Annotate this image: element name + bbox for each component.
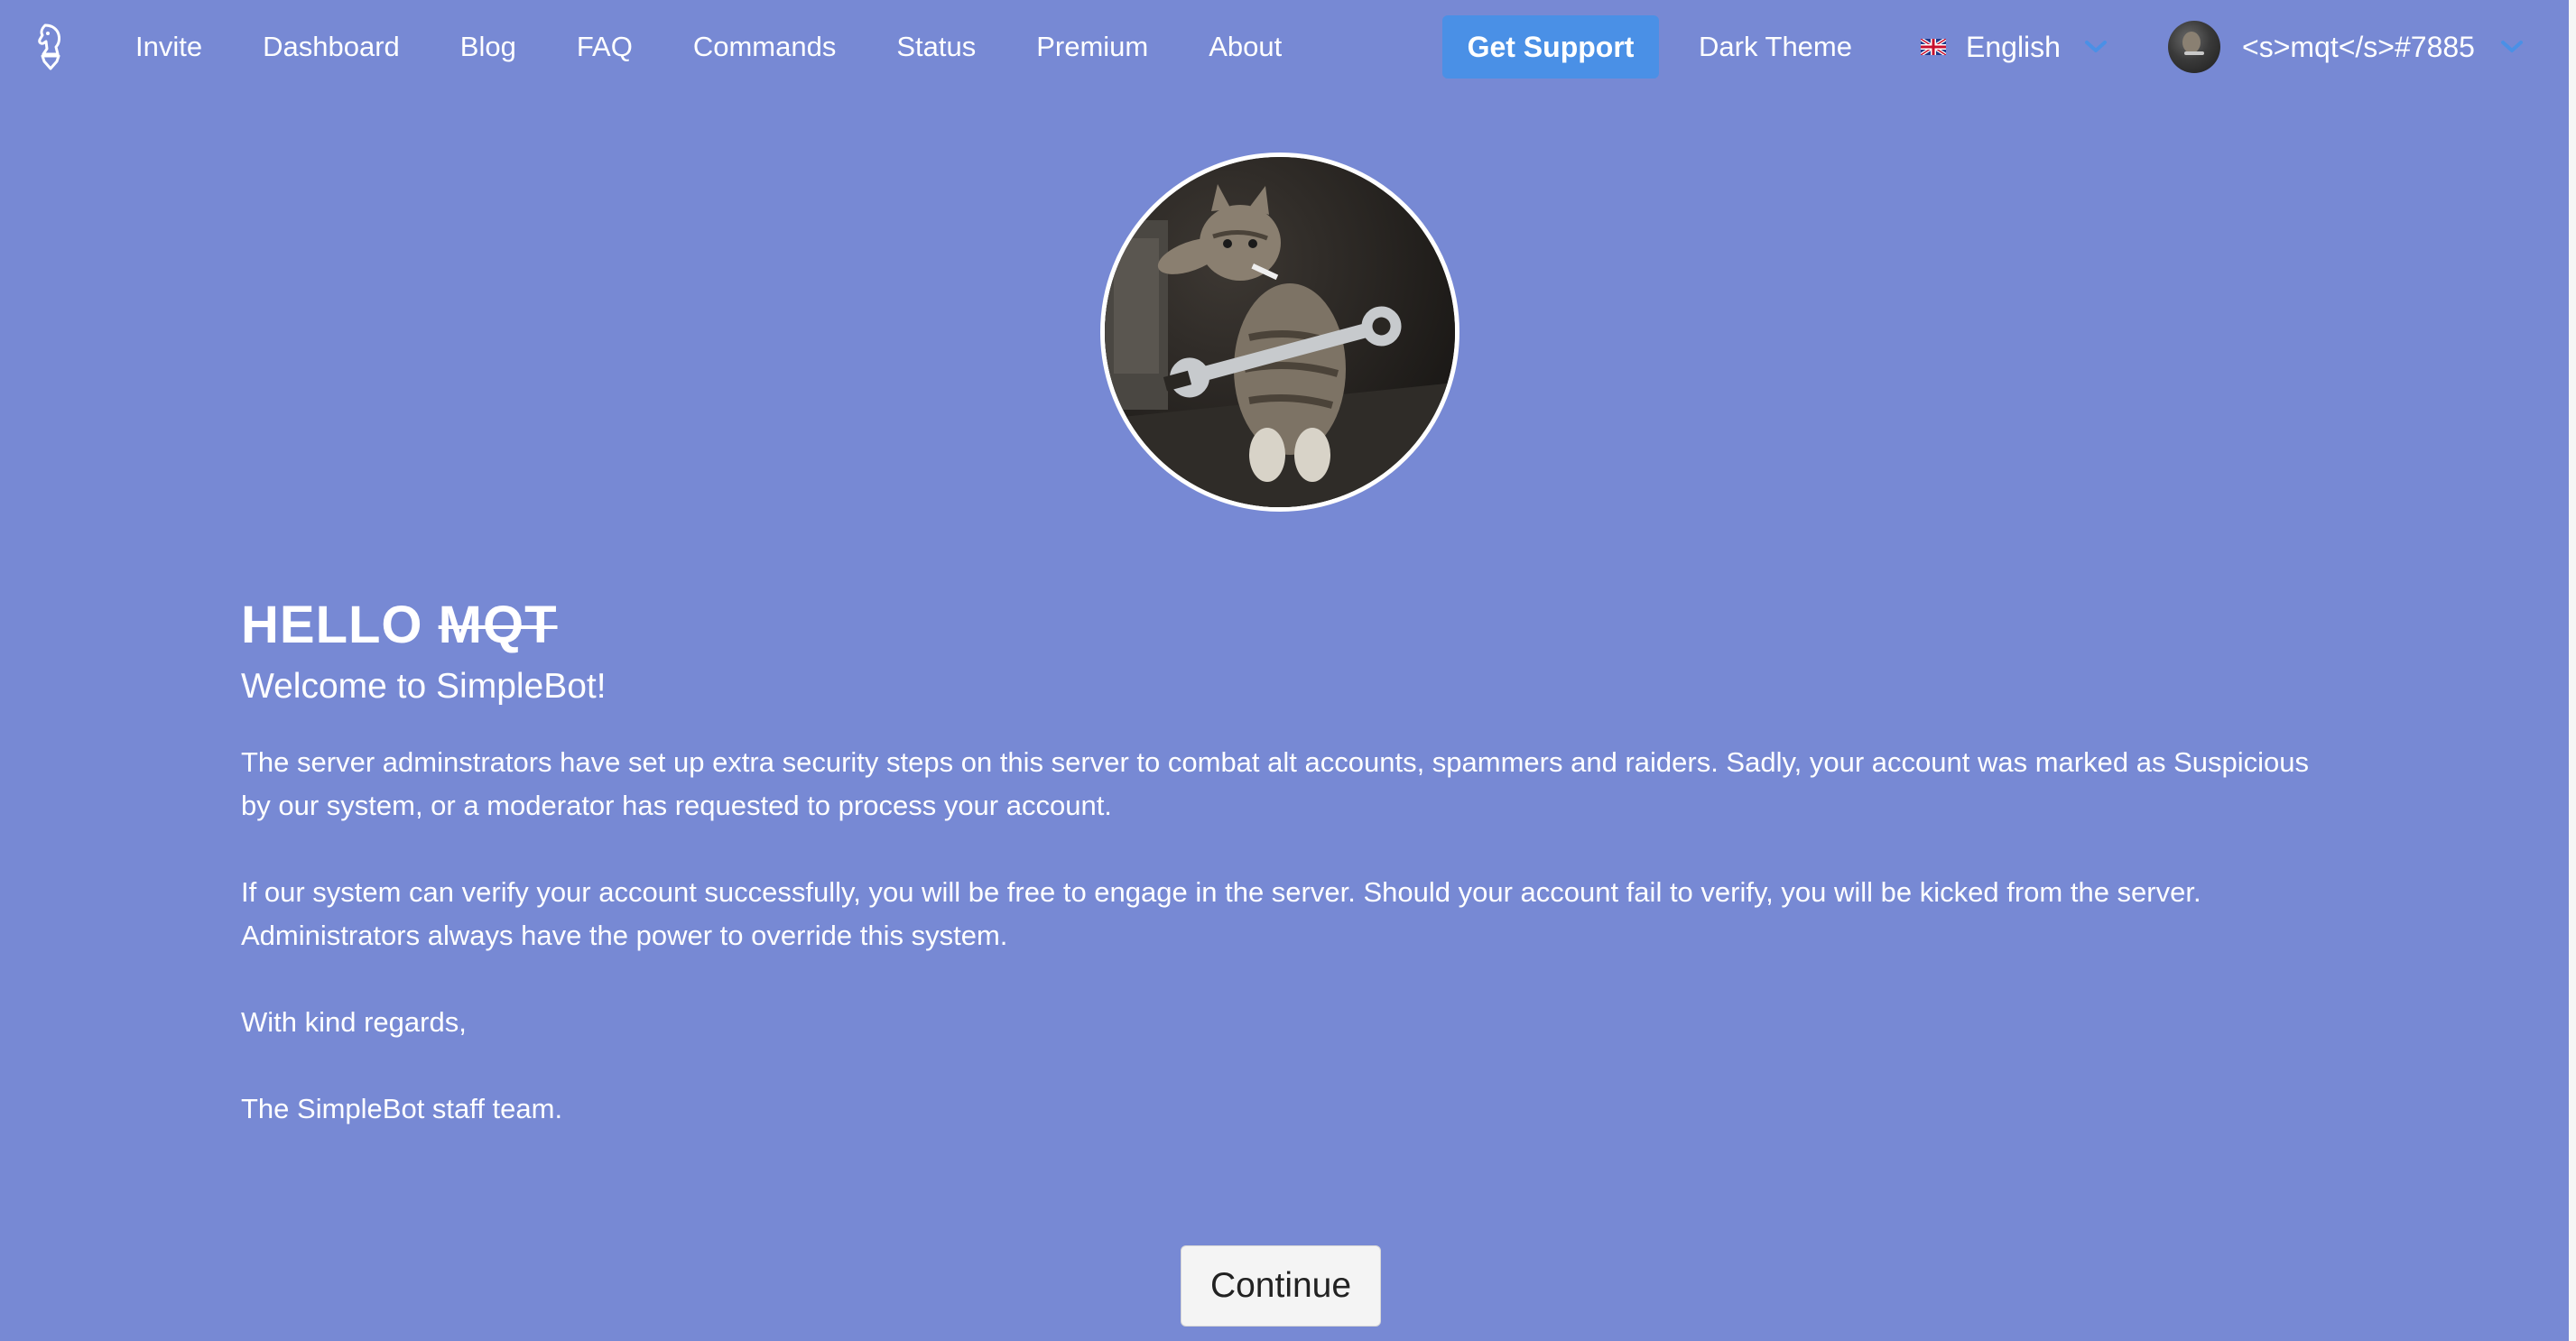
nav-link-invite[interactable]: Invite bbox=[135, 31, 202, 63]
welcome-message: HELLO MQT Welcome to SimpleBot! The serv… bbox=[241, 596, 2335, 1131]
nav-link-commands[interactable]: Commands bbox=[693, 31, 837, 63]
avatar bbox=[2168, 21, 2220, 73]
get-support-button[interactable]: Get Support bbox=[1442, 15, 1659, 79]
nav-link-about[interactable]: About bbox=[1209, 31, 1282, 63]
chevron-down-icon bbox=[2084, 40, 2108, 54]
nav-link-dashboard[interactable]: Dashboard bbox=[263, 31, 400, 63]
welcome-subtitle: Welcome to SimpleBot! bbox=[241, 667, 607, 706]
language-label: English bbox=[1966, 30, 2061, 63]
language-dropdown[interactable]: English bbox=[1919, 23, 2108, 70]
page-title: HELLO MQT bbox=[241, 596, 2335, 655]
chevron-down-icon bbox=[2500, 40, 2524, 54]
nav-links: Invite Dashboard Blog FAQ Commands Statu… bbox=[135, 0, 1342, 94]
closing-line: With kind regards, bbox=[241, 1006, 467, 1038]
continue-button[interactable]: Continue bbox=[1181, 1245, 1381, 1327]
profile-avatar-image bbox=[1100, 153, 1459, 512]
nav-link-premium[interactable]: Premium bbox=[1036, 31, 1148, 63]
hello-username: MQT bbox=[438, 596, 558, 654]
nav-link-faq[interactable]: FAQ bbox=[577, 31, 633, 63]
uk-flag-icon bbox=[1919, 37, 1948, 57]
top-navbar: Invite Dashboard Blog FAQ Commands Statu… bbox=[0, 0, 2576, 94]
username-label: <s>mqt</s>#7885 bbox=[2242, 30, 2475, 63]
scrollbar-track[interactable] bbox=[2569, 0, 2576, 1341]
user-menu-dropdown[interactable]: <s>mqt</s>#7885 bbox=[2168, 20, 2524, 74]
verification-info-paragraph: If our system can verify your account su… bbox=[241, 876, 2201, 951]
security-notice-paragraph: The server adminstrators have set up ext… bbox=[241, 746, 2309, 821]
nav-link-status[interactable]: Status bbox=[896, 31, 976, 63]
hello-word: HELLO bbox=[241, 596, 423, 654]
signature-line: The SimpleBot staff team. bbox=[241, 1093, 563, 1124]
chess-knight-logo-icon[interactable] bbox=[32, 22, 69, 70]
dark-theme-toggle[interactable]: Dark Theme bbox=[1699, 27, 1852, 67]
nav-link-blog[interactable]: Blog bbox=[460, 31, 516, 63]
